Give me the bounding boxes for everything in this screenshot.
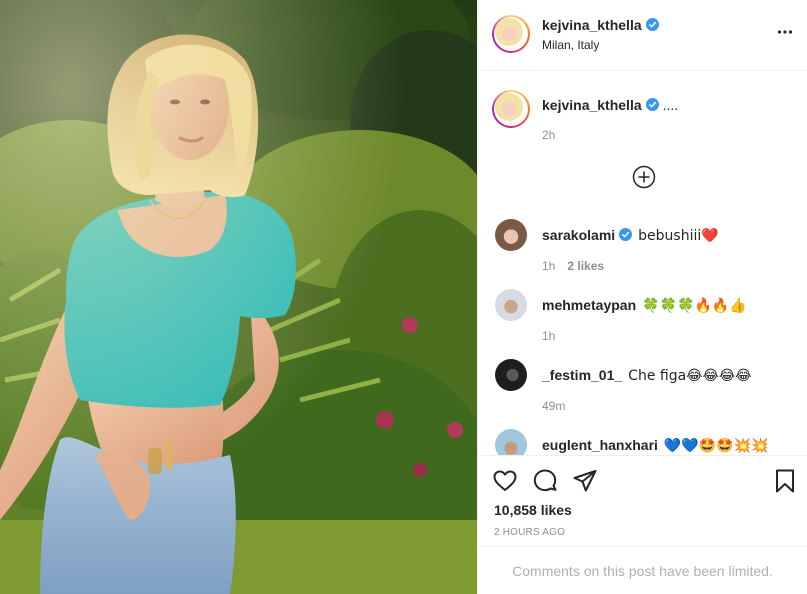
comment-line: mehmetaypan 🍀🍀🍀🔥🔥👍	[542, 297, 747, 314]
caption-username[interactable]: kejvina_kthella	[542, 97, 642, 113]
post-photo[interactable]	[0, 0, 477, 594]
comment-line: sarakolami bebushiii❤️	[542, 227, 719, 244]
comment-text: Che figa😂😂😂😂	[628, 368, 752, 384]
comment-text: bebushiii❤️	[638, 228, 719, 244]
post-actions: 10,858 likes 2 HOURS AGO	[478, 455, 807, 546]
comment-likes[interactable]: 2 likes	[567, 259, 604, 273]
comment-username[interactable]: sarakolami	[542, 227, 615, 243]
heart-icon[interactable]	[492, 468, 518, 494]
plus-circle-icon[interactable]	[632, 165, 656, 189]
verified-badge-icon	[645, 98, 659, 111]
comment-item: euglent_hanxhari 💙💙🤩🤩💥💥	[478, 429, 807, 455]
author-username-row: kejvina_kthella	[542, 17, 659, 33]
comments-limited-notice: Comments on this post have been limited.	[478, 546, 807, 594]
commenter-avatar[interactable]	[495, 289, 527, 321]
comment-item: sarakolami bebushiii❤️ 1h 2 likes	[478, 219, 807, 279]
post-side-panel: kejvina_kthella Milan, Italy kejvina_kth…	[477, 0, 807, 594]
paper-plane-icon[interactable]	[572, 468, 598, 494]
commenter-avatar[interactable]	[495, 219, 527, 251]
caption-author-avatar[interactable]	[492, 90, 530, 128]
verified-badge-icon	[619, 228, 633, 241]
comment-text: 🍀🍀🍀🔥🔥👍	[642, 298, 747, 314]
caption-text: ....	[662, 97, 679, 113]
comment-time[interactable]: 1h	[542, 329, 555, 343]
post-photo-illustration	[0, 0, 477, 594]
comment-line: euglent_hanxhari 💙💙🤩🤩💥💥	[542, 437, 769, 454]
instagram-post: kejvina_kthella Milan, Italy kejvina_kth…	[0, 0, 807, 594]
author-username[interactable]: kejvina_kthella	[542, 17, 642, 33]
comments-section[interactable]: kejvina_kthella .... 2h sarakolami bebus…	[478, 71, 807, 455]
commenter-avatar[interactable]	[495, 429, 527, 455]
commenter-avatar[interactable]	[495, 359, 527, 391]
post-header: kejvina_kthella Milan, Italy	[478, 0, 807, 71]
verified-badge-icon	[645, 18, 659, 31]
bookmark-icon[interactable]	[772, 468, 798, 494]
caption-time: 2h	[542, 128, 556, 142]
comment-meta: 1h	[542, 329, 555, 343]
comment-time[interactable]: 49m	[542, 399, 565, 413]
comment-meta: 49m	[542, 399, 565, 413]
comment-text: 💙💙🤩🤩💥💥	[663, 438, 769, 454]
post-location[interactable]: Milan, Italy	[542, 38, 599, 52]
comment-icon[interactable]	[532, 468, 558, 494]
comment-time[interactable]: 1h	[542, 259, 555, 273]
caption-line: kejvina_kthella ....	[542, 97, 678, 113]
post-timestamp[interactable]: 2 HOURS AGO	[494, 527, 565, 538]
comment-item: _festim_01_ Che figa😂😂😂😂 49m	[478, 359, 807, 419]
comment-item: mehmetaypan 🍀🍀🍀🔥🔥👍 1h	[478, 289, 807, 349]
likes-count[interactable]: 10,858 likes	[494, 502, 572, 518]
comment-meta: 1h 2 likes	[542, 259, 604, 273]
comment-username[interactable]: _festim_01_	[542, 367, 622, 383]
comment-username[interactable]: mehmetaypan	[542, 297, 636, 313]
author-avatar[interactable]	[492, 15, 530, 53]
comment-line: _festim_01_ Che figa😂😂😂😂	[542, 367, 752, 384]
comment-username[interactable]: euglent_hanxhari	[542, 437, 658, 453]
more-options-icon[interactable]	[777, 24, 793, 40]
